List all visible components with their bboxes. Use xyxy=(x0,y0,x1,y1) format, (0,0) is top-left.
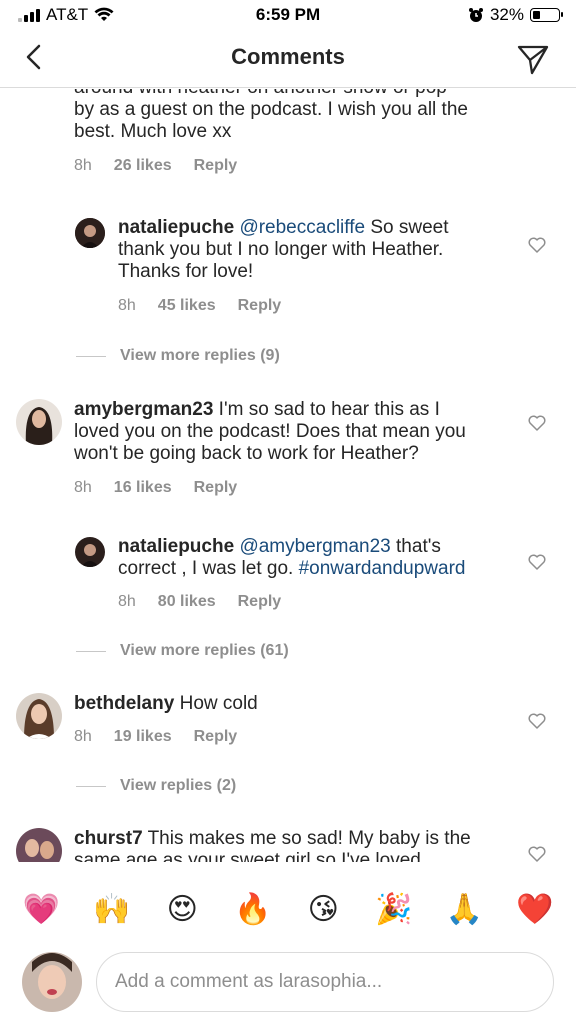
comment-meta: 8h 80 likes Reply xyxy=(118,593,281,611)
comment-meta: 8h 16 likes Reply xyxy=(74,479,237,497)
comment-text: bethdelany How cold xyxy=(74,693,258,715)
comment-text: nataliepuche @rebeccacliffe So sweet tha… xyxy=(118,217,448,283)
status-right: 32% xyxy=(468,5,563,25)
likes-count[interactable]: 16 likes xyxy=(114,479,172,497)
comment-line: So sweet xyxy=(365,217,449,238)
comment-line: I'm so sad to hear this as I xyxy=(213,399,440,420)
username[interactable]: bethdelany xyxy=(74,693,174,714)
avatar[interactable] xyxy=(16,399,62,445)
comments-list: around with heather on another show or p… xyxy=(0,89,576,862)
comment-line: that's xyxy=(390,536,441,557)
comment-meta: 8h 26 likes Reply xyxy=(74,157,237,175)
view-more-label[interactable]: View more replies (9) xyxy=(120,347,280,365)
username[interactable]: amybergman23 xyxy=(74,399,213,420)
avatar[interactable] xyxy=(75,537,105,567)
view-more-replies[interactable]: View more replies (9) xyxy=(76,347,280,365)
like-heart-icon[interactable] xyxy=(528,237,546,253)
avatar-image xyxy=(75,537,105,567)
battery-percent: 32% xyxy=(489,5,524,24)
comment-text: amybergman23 I'm so sad to hear this as … xyxy=(74,399,466,465)
praying-hands-emoji[interactable]: 🙏 xyxy=(446,892,483,928)
username[interactable]: churst7 xyxy=(74,828,143,849)
likes-count[interactable]: 26 likes xyxy=(114,157,172,175)
comment-line: correct , I was let go. xyxy=(118,558,299,579)
comment-input[interactable] xyxy=(97,953,553,1011)
view-more-label[interactable]: View replies (2) xyxy=(120,777,236,795)
comment-input-wrapper xyxy=(96,952,554,1012)
fire-emoji[interactable]: 🔥 xyxy=(234,892,271,928)
like-heart-icon[interactable] xyxy=(528,554,546,570)
divider xyxy=(76,785,106,787)
view-more-replies[interactable]: View replies (2) xyxy=(76,777,236,795)
comment-line: Thanks for love! xyxy=(118,261,254,282)
comment-line: This makes me so sad! My baby is the xyxy=(142,828,471,849)
like-heart-icon[interactable] xyxy=(528,713,546,729)
current-user-avatar xyxy=(22,952,82,1012)
avatar-image xyxy=(16,828,62,862)
direct-send-icon[interactable] xyxy=(516,42,550,76)
comment-age: 8h xyxy=(118,297,136,314)
avatar-image xyxy=(75,218,105,248)
username[interactable]: nataliepuche xyxy=(118,217,234,238)
comment-line: same age as your sweet girl so I've love… xyxy=(74,850,421,862)
likes-count[interactable]: 19 likes xyxy=(114,728,172,746)
comment-line: around with heather on another show or p… xyxy=(74,89,468,99)
comment-composer xyxy=(0,950,576,1024)
comment-line: How cold xyxy=(174,693,258,714)
avatar[interactable] xyxy=(75,218,105,248)
avatar-image xyxy=(16,399,62,445)
alarm-icon xyxy=(468,8,483,22)
comment-line: by as a guest on the podcast. I wish you… xyxy=(74,99,468,120)
avatar[interactable] xyxy=(16,693,62,739)
likes-count[interactable]: 45 likes xyxy=(158,297,216,315)
view-more-replies[interactable]: View more replies (61) xyxy=(76,642,289,660)
comment-line: best. Much love xx xyxy=(74,121,232,142)
reply-button[interactable]: Reply xyxy=(194,479,238,497)
comment-meta: 8h 45 likes Reply xyxy=(118,297,281,315)
comment-line: thank you but I no longer with Heather. xyxy=(118,239,444,260)
likes-count[interactable]: 80 likes xyxy=(158,593,216,611)
avatar-image xyxy=(16,693,62,739)
nav-bar: Comments xyxy=(0,30,576,88)
mention-link[interactable]: @amybergman23 xyxy=(239,536,390,557)
like-heart-icon[interactable] xyxy=(528,846,546,862)
comment-meta: 8h 19 likes Reply xyxy=(74,728,237,746)
reply-button[interactable]: Reply xyxy=(194,728,238,746)
reply-button[interactable]: Reply xyxy=(194,157,238,175)
comment-text: nataliepuche @amybergman23 that's correc… xyxy=(118,536,465,580)
comment-line: loved you on the podcast! Does that mean… xyxy=(74,421,466,442)
divider xyxy=(76,650,106,652)
battery-icon xyxy=(530,8,563,22)
page-title: Comments xyxy=(231,44,345,69)
divider xyxy=(76,355,106,357)
party-popper-emoji[interactable]: 🎉 xyxy=(375,892,412,928)
comment-age: 8h xyxy=(74,728,92,745)
comment-text: churst7 This makes me so sad! My baby is… xyxy=(74,828,471,862)
red-heart-emoji[interactable]: ❤️ xyxy=(516,892,553,928)
comment-line: won't be going back to work for Heather? xyxy=(74,443,419,464)
kiss-emoji[interactable]: 😘 xyxy=(305,892,341,928)
like-heart-icon[interactable] xyxy=(528,415,546,431)
growing-heart-emoji[interactable]: 💗 xyxy=(23,892,60,928)
heart-eyes-emoji[interactable]: 😍 xyxy=(164,892,200,928)
comment-text: around with heather on another show or p… xyxy=(74,89,468,143)
reply-button[interactable]: Reply xyxy=(238,593,282,611)
username[interactable]: nataliepuche xyxy=(118,536,234,557)
status-bar: AT&T 6:59 PM 32% xyxy=(0,0,576,30)
avatar[interactable] xyxy=(16,828,62,862)
raised-hands-emoji[interactable]: 🙌 xyxy=(93,892,130,928)
reply-button[interactable]: Reply xyxy=(238,297,282,315)
avatar-image xyxy=(22,952,82,1012)
emoji-quick-bar: 💗 🙌 😍 🔥 😘 🎉 🙏 ❤️ xyxy=(0,880,576,940)
view-more-label[interactable]: View more replies (61) xyxy=(120,642,289,660)
comment-age: 8h xyxy=(74,479,92,496)
comment-age: 8h xyxy=(118,593,136,610)
comment-age: 8h xyxy=(74,157,92,174)
hashtag-link[interactable]: #onwardandupward xyxy=(299,558,466,579)
mention-link[interactable]: @rebeccacliffe xyxy=(239,217,365,238)
